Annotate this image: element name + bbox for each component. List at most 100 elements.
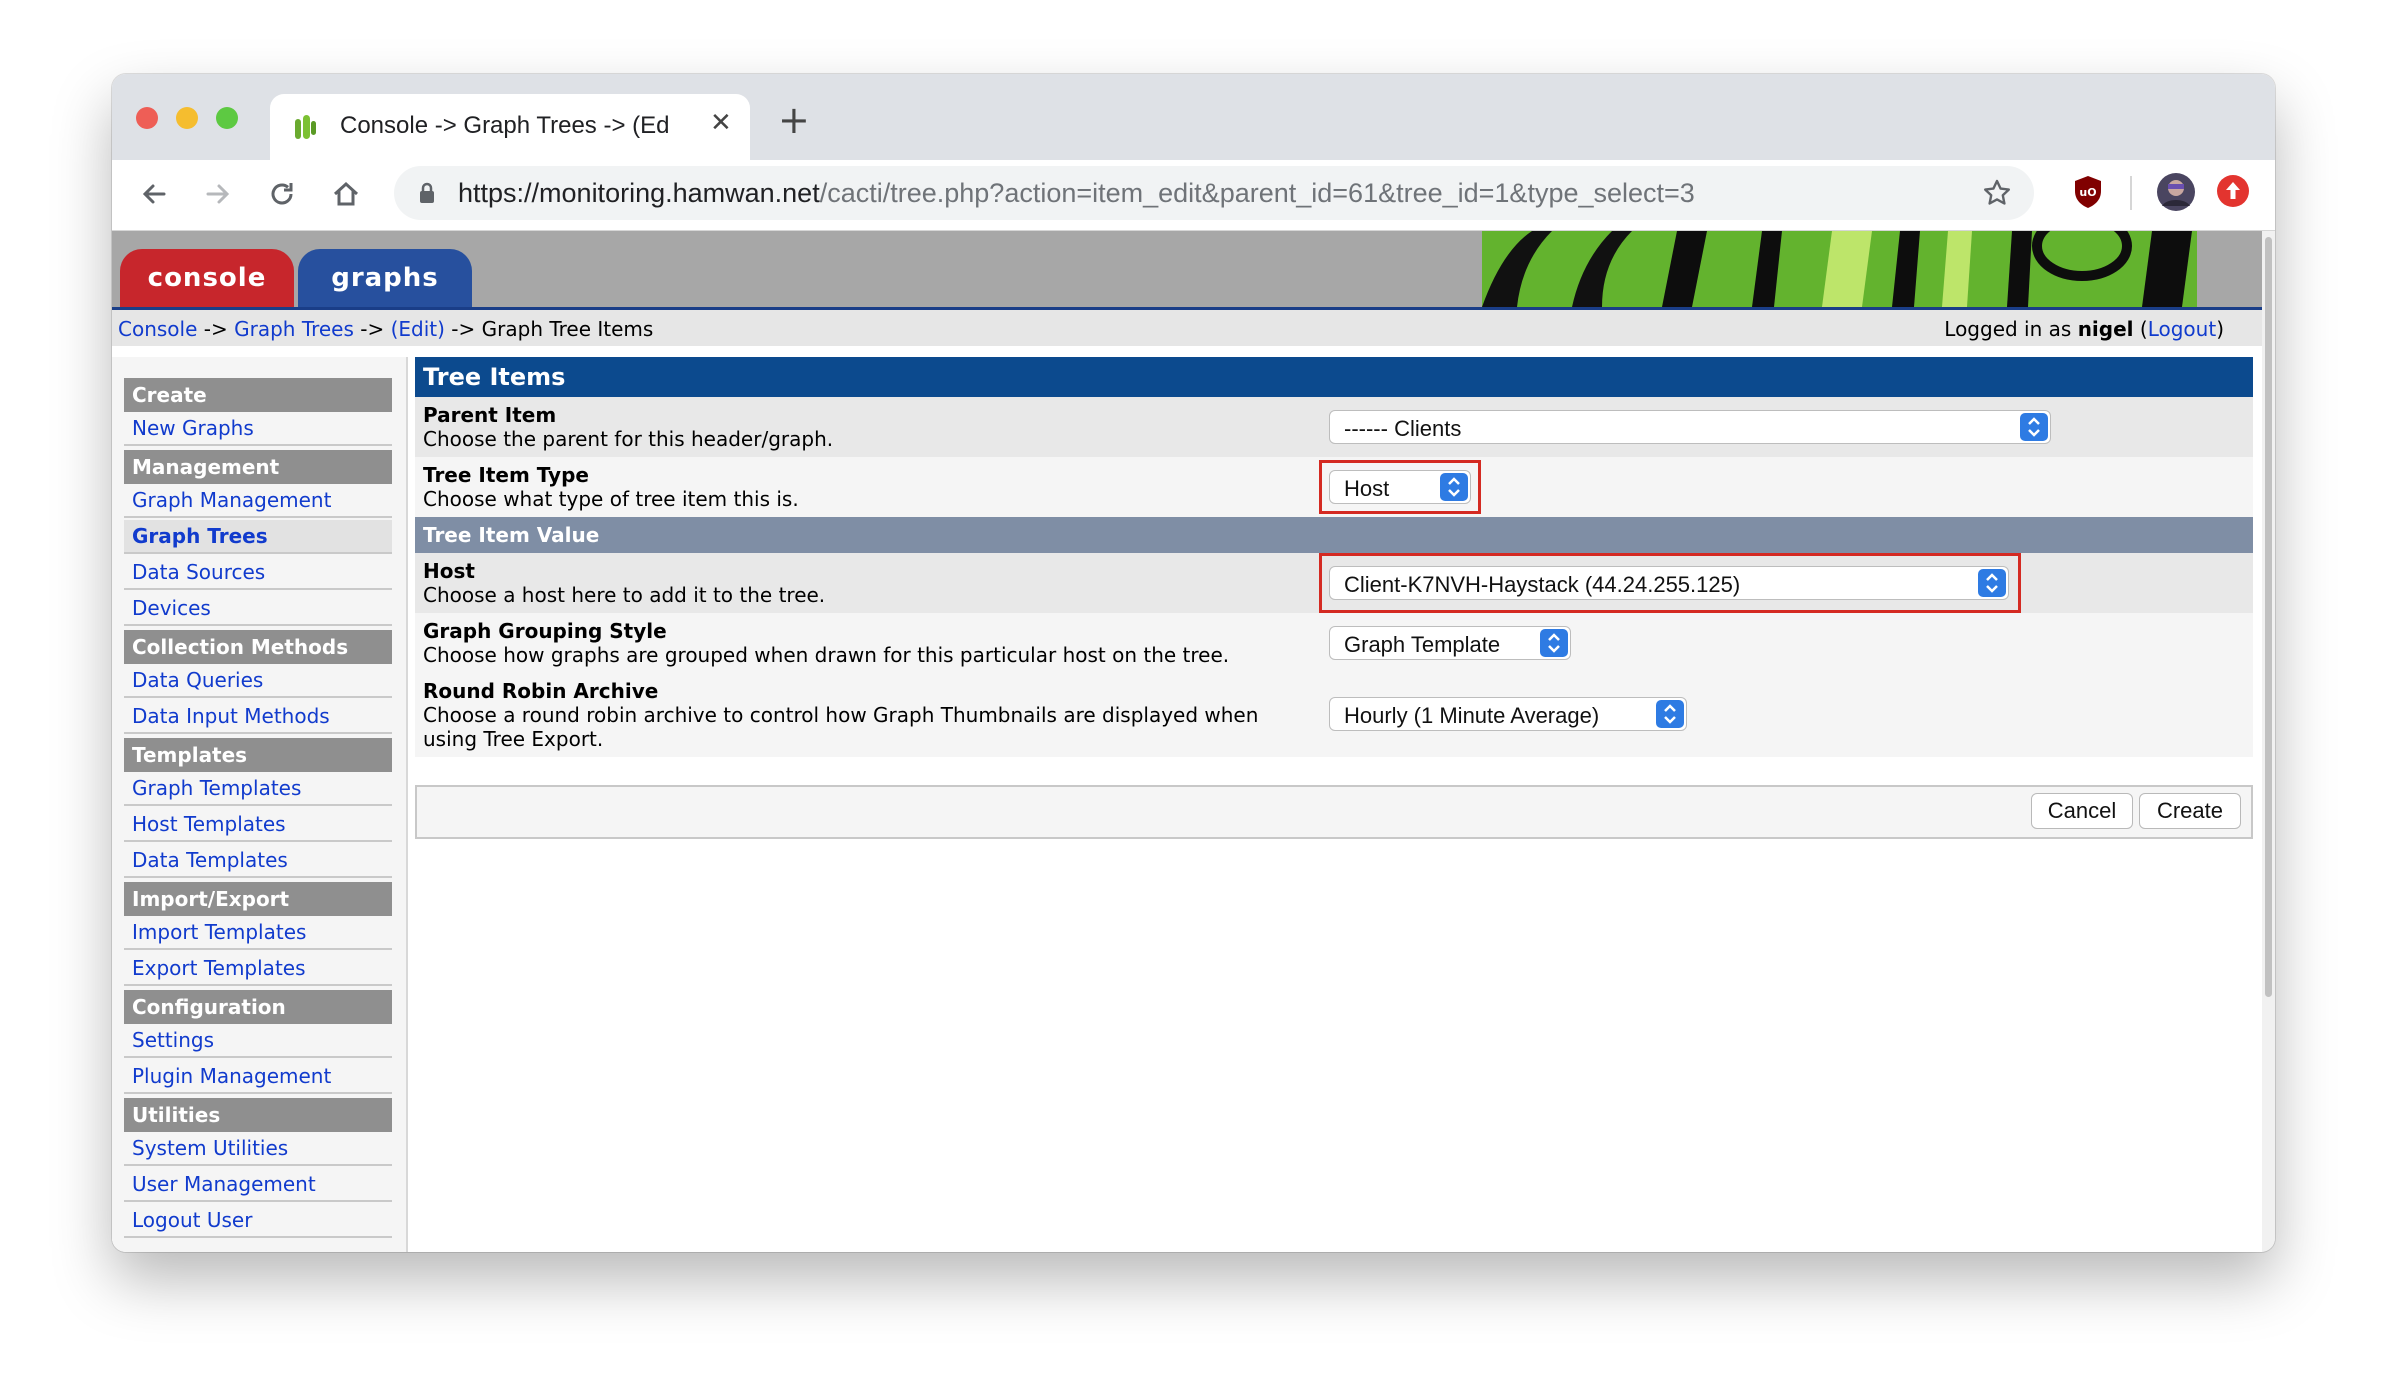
toolbar-divider xyxy=(2130,176,2132,210)
browser-toolbar: https://monitoring.hamwan.net/cacti/tree… xyxy=(112,160,2275,231)
reload-icon[interactable] xyxy=(258,170,306,218)
sidebar-item-graph-trees[interactable]: Graph Trees xyxy=(124,520,392,554)
forward-icon[interactable] xyxy=(194,170,242,218)
highlight-box xyxy=(1319,553,2021,613)
grouping-style-label: Graph Grouping Style xyxy=(423,619,667,643)
sidebar-item-graph-management[interactable]: Graph Management xyxy=(124,484,392,518)
lock-icon xyxy=(420,182,434,203)
host-description: Choose a host here to add it to the tree… xyxy=(423,583,826,607)
login-username: nigel xyxy=(2077,317,2134,341)
sidebar-header-management: Management xyxy=(124,450,392,484)
login-paren-close: ) xyxy=(2216,317,2224,341)
sidebar-item-host-templates[interactable]: Host Templates xyxy=(124,808,392,842)
logout-link[interactable]: Logout xyxy=(2148,317,2216,341)
parent-item-description: Choose the parent for this header/graph. xyxy=(423,427,834,451)
cactus-banner-image xyxy=(1482,231,2212,307)
ublock-icon[interactable]: uO xyxy=(2072,174,2104,210)
console-tab[interactable]: console xyxy=(120,249,294,307)
maximize-window-button[interactable] xyxy=(216,107,238,129)
breadcrumb-current: Graph Tree Items xyxy=(481,317,654,341)
highlight-box xyxy=(1319,460,1481,514)
address-bar[interactable]: https://monitoring.hamwan.net/cacti/tree… xyxy=(394,166,2034,220)
minimize-window-button[interactable] xyxy=(176,107,198,129)
tree-item-type-description: Choose what type of tree item this is. xyxy=(423,487,799,511)
host-label-block: Host Choose a host here to add it to the… xyxy=(423,559,825,607)
parent-item-row: Parent Item Choose the parent for this h… xyxy=(415,397,2253,457)
chevron-updown-icon xyxy=(1656,700,1684,728)
sidebar-item-graph-templates[interactable]: Graph Templates xyxy=(124,772,392,806)
breadcrumb: Console -> Graph Trees -> (Edit) -> Grap… xyxy=(118,317,653,341)
graphs-tab[interactable]: graphs xyxy=(298,249,472,307)
chevron-updown-icon xyxy=(2020,413,2048,441)
rra-row: Round Robin Archive Choose a round robin… xyxy=(415,673,2253,757)
back-icon[interactable] xyxy=(130,170,178,218)
sidebar-item-import-templates[interactable]: Import Templates xyxy=(124,916,392,950)
vertical-scrollbar[interactable] xyxy=(2262,231,2275,1252)
sidebar-item-new-graphs[interactable]: New Graphs xyxy=(124,412,392,446)
url-text: https://monitoring.hamwan.net/cacti/tree… xyxy=(458,178,1695,209)
tree-item-type-label-block: Tree Item Type Choose what type of tree … xyxy=(423,463,799,511)
sidebar-header-configuration: Configuration xyxy=(124,990,392,1024)
sidebar-item-user-management[interactable]: User Management xyxy=(124,1168,392,1202)
chevron-updown-icon xyxy=(1540,629,1568,657)
home-icon[interactable] xyxy=(322,170,370,218)
breadcrumb-separator: -> xyxy=(353,317,391,341)
parent-item-label: Parent Item xyxy=(423,403,557,427)
sidebar-header-templates: Templates xyxy=(124,738,392,772)
parent-item-select[interactable]: ------ Clients xyxy=(1329,410,2051,444)
page-content: console graphs Console -> Graph Trees ->… xyxy=(112,231,2262,1252)
login-paren-open: ( xyxy=(2133,317,2148,341)
graphs-tab-label: graphs xyxy=(331,263,439,293)
create-button[interactable]: Create xyxy=(2139,793,2241,829)
profile-avatar-icon[interactable] xyxy=(2156,172,2196,212)
sidebar-item-export-templates[interactable]: Export Templates xyxy=(124,952,392,986)
rra-label-block: Round Robin Archive Choose a round robin… xyxy=(423,679,1258,751)
rra-selected-value: Hourly (1 Minute Average) xyxy=(1344,703,1600,728)
breadcrumb-bar: Console -> Graph Trees -> (Edit) -> Grap… xyxy=(112,310,2262,346)
sidebar-item-settings[interactable]: Settings xyxy=(124,1024,392,1058)
breadcrumb-graph-trees-link[interactable]: Graph Trees xyxy=(234,317,354,341)
sidebar-header-utilities: Utilities xyxy=(124,1098,392,1132)
new-tab-icon[interactable]: + xyxy=(778,98,810,142)
tree-item-value-header: Tree Item Value xyxy=(415,517,2253,553)
bookmark-star-icon[interactable] xyxy=(1982,178,2012,208)
sidebar-item-logout-user[interactable]: Logout User xyxy=(124,1204,392,1238)
grouping-style-select[interactable]: Graph Template xyxy=(1329,626,1571,660)
breadcrumb-separator: -> xyxy=(197,317,235,341)
sidebar-header-import-export: Import/Export xyxy=(124,882,392,916)
tab-close-icon[interactable]: ✕ xyxy=(710,108,732,138)
breadcrumb-separator: -> xyxy=(444,317,482,341)
rra-label: Round Robin Archive xyxy=(423,679,659,703)
grouping-style-description: Choose how graphs are grouped when drawn… xyxy=(423,643,1230,667)
sidebar-item-data-input-methods[interactable]: Data Input Methods xyxy=(124,700,392,734)
cancel-button[interactable]: Cancel xyxy=(2031,793,2133,829)
host-label: Host xyxy=(423,559,475,583)
sidebar-item-plugin-management[interactable]: Plugin Management xyxy=(124,1060,392,1094)
url-path: /cacti/tree.php?action=item_edit&parent_… xyxy=(819,178,1695,208)
update-icon[interactable] xyxy=(2216,174,2250,208)
sidebar-item-data-queries[interactable]: Data Queries xyxy=(124,664,392,698)
grouping-style-label-block: Graph Grouping Style Choose how graphs a… xyxy=(423,619,1229,667)
rra-description-line1: Choose a round robin archive to control … xyxy=(423,703,1259,727)
scrollbar-thumb[interactable] xyxy=(2265,237,2272,997)
rra-description-line2: using Tree Export. xyxy=(423,727,604,751)
sidebar-item-data-templates[interactable]: Data Templates xyxy=(124,844,392,878)
browser-tab[interactable]: Console -> Graph Trees -> (Ed ✕ xyxy=(270,94,750,160)
sidebar-item-devices[interactable]: Devices xyxy=(124,592,392,626)
cacti-banner: console graphs xyxy=(112,231,2262,310)
sidebar-header-create: Create xyxy=(124,378,392,412)
form-title: Tree Items xyxy=(415,357,2253,397)
host-row: Host Choose a host here to add it to the… xyxy=(415,553,2253,613)
parent-item-label-block: Parent Item Choose the parent for this h… xyxy=(423,403,833,451)
console-sidebar: Create New Graphs Management Graph Manag… xyxy=(112,357,408,1252)
grouping-style-selected-value: Graph Template xyxy=(1344,632,1501,657)
breadcrumb-console-link[interactable]: Console xyxy=(118,317,197,341)
url-host: https://monitoring.hamwan.net xyxy=(458,178,820,208)
sidebar-item-data-sources[interactable]: Data Sources xyxy=(124,556,392,590)
breadcrumb-edit-link[interactable]: (Edit) xyxy=(391,317,445,341)
close-window-button[interactable] xyxy=(136,107,158,129)
sidebar-item-system-utilities[interactable]: System Utilities xyxy=(124,1132,392,1166)
login-prefix: Logged in as xyxy=(1944,317,2078,341)
rra-select[interactable]: Hourly (1 Minute Average) xyxy=(1329,697,1687,731)
tree-item-type-label: Tree Item Type xyxy=(423,463,589,487)
